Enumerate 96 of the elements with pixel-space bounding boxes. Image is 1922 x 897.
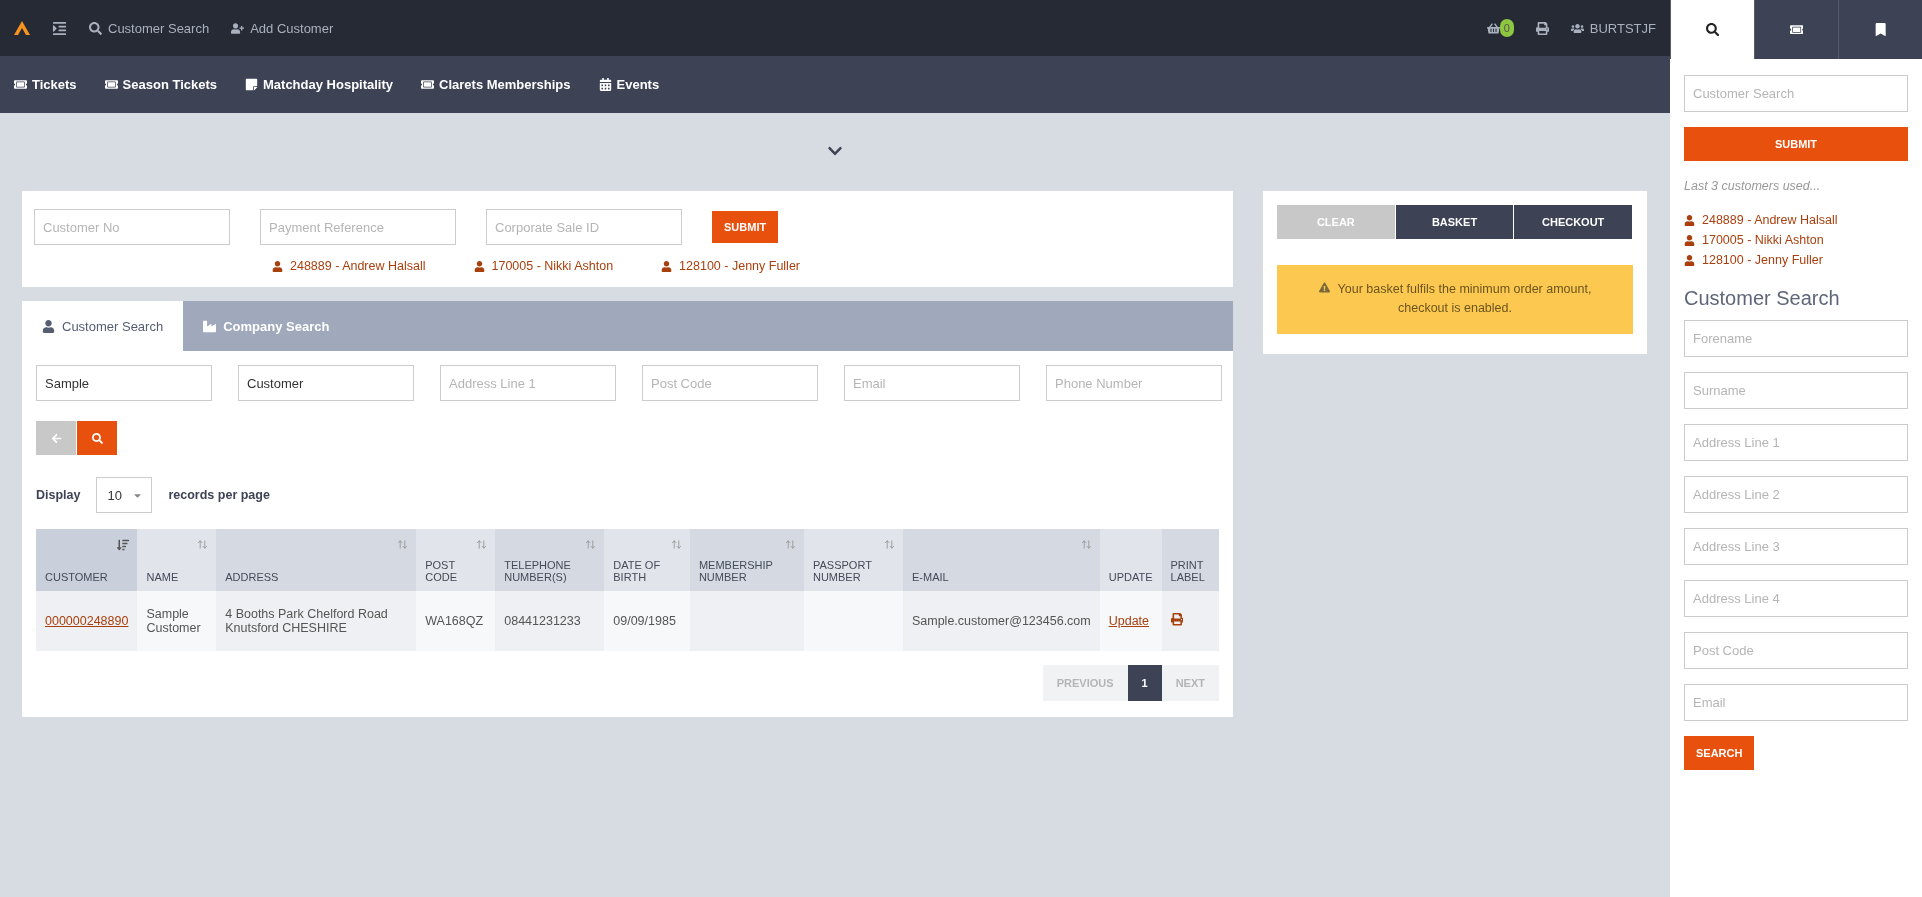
customer-search-input[interactable]: Customer Search (1684, 75, 1908, 112)
factory-icon (203, 319, 217, 333)
text-input[interactable]: Email (844, 365, 1020, 401)
sort-icon[interactable] (117, 539, 130, 551)
column-header: UPDATE (1099, 529, 1162, 591)
person-icon (272, 260, 283, 272)
text-input[interactable]: Address Line 3 (1684, 528, 1908, 565)
nav-link[interactable]: Season Tickets (104, 77, 217, 92)
text-input[interactable]: Post Code (642, 365, 818, 401)
recent-customers-note: Last 3 customers used... (1684, 179, 1822, 193)
person-icon (1684, 214, 1695, 226)
submit-button[interactable]: SUBMIT (1684, 127, 1908, 161)
ticket-icon (14, 78, 27, 91)
table-cell: Sample.customer@123456.com (902, 591, 1100, 651)
text-input[interactable]: Address Line 2 (1684, 476, 1908, 513)
ticket-icon (1789, 22, 1804, 37)
column-header[interactable]: DATE OF BIRTH (604, 529, 690, 591)
ticket-icon (104, 78, 118, 91)
customer-search-heading: Customer Search (1684, 287, 1841, 310)
customer-link[interactable]: 000000248890 (45, 614, 129, 628)
page-size-select[interactable]: 10 (96, 477, 153, 513)
person-icon (1684, 234, 1695, 246)
search-button[interactable] (77, 421, 117, 455)
text-input[interactable]: Sample (36, 365, 212, 401)
table-cell: WA168QZ (416, 591, 496, 651)
bookmark-icon (1873, 22, 1888, 37)
person-icon (661, 260, 673, 272)
top-menu-link[interactable]: Customer Search (89, 20, 210, 36)
nav-link[interactable]: Tickets (14, 77, 77, 92)
nav-link[interactable]: Matchday Hospitality (245, 77, 394, 92)
note-icon (245, 78, 258, 91)
recent-customer-link[interactable]: 248889 - Andrew Halsall (1684, 213, 1908, 227)
add-user-icon (231, 21, 245, 35)
column-header: PRINT LABEL (1161, 529, 1219, 591)
recent-customer-link[interactable]: 128100 - Jenny Fuller (661, 259, 800, 273)
basket-link[interactable]: 0 (1486, 19, 1514, 37)
recent-customer-link[interactable]: 128100 - Jenny Fuller (1684, 253, 1908, 267)
text-input[interactable]: Email (1684, 684, 1908, 721)
calendar-icon (598, 78, 612, 91)
print-icon[interactable] (1170, 613, 1184, 626)
nav-link[interactable]: Events (598, 77, 660, 92)
text-input[interactable]: Address Line 1 (1684, 424, 1908, 461)
submit-button[interactable]: SUBMIT (712, 211, 779, 243)
text-input[interactable]: Customer (238, 365, 414, 401)
table-cell: Sample Customer (137, 591, 217, 651)
basket-alert: Your basket fulfils the minimum order amount, checkout is enabled. (1277, 265, 1633, 334)
column-header[interactable]: ADDRESS (216, 529, 417, 591)
person-icon (42, 319, 55, 333)
search-icon (1705, 22, 1720, 37)
text-input[interactable]: Post Code (1684, 632, 1908, 669)
column-header[interactable]: E-MAIL (902, 529, 1100, 591)
column-header[interactable]: TELEPHONE NUMBER(S) (495, 529, 605, 591)
recent-customer-link[interactable]: 170005 - Nikki Ashton (1684, 233, 1908, 247)
ticket-icon (421, 78, 435, 91)
person-icon (1684, 254, 1695, 266)
nav-link[interactable]: Clarets Memberships (421, 77, 571, 92)
arrow-left-icon (50, 432, 62, 444)
text-input[interactable]: Surname (1684, 372, 1908, 409)
recent-customer-link[interactable]: 170005 - Nikki Ashton (473, 259, 614, 273)
person-icon (473, 260, 485, 272)
warning-icon (1318, 282, 1330, 293)
text-input[interactable]: Address Line 4 (1684, 580, 1908, 617)
table-cell: 4 Booths Park Chelford Road Knutsford CHESHIRE (216, 591, 417, 651)
text-input[interactable]: Address Line 1 (440, 365, 616, 401)
top-menu-link[interactable]: Add Customer (231, 20, 334, 36)
search-tab[interactable]: Customer Search (22, 301, 184, 351)
search-icon (89, 21, 102, 35)
column-header[interactable]: MEMBERSHIP NUMBER (689, 529, 804, 591)
print-icon[interactable] (1535, 21, 1549, 35)
menu-icon[interactable] (52, 20, 67, 36)
user-menu-link[interactable]: BURTSTJF (1570, 20, 1656, 36)
text-input[interactable]: Corporate Sale ID (486, 209, 682, 245)
sidebar-tab[interactable] (1838, 0, 1922, 59)
records-per-page-label: records per page (168, 488, 270, 502)
pagination-button[interactable]: 1 (1127, 665, 1162, 701)
basket-action-button[interactable]: BASKET (1395, 205, 1514, 239)
column-header[interactable]: PASSPORT NUMBER (803, 529, 903, 591)
users-icon (1570, 21, 1584, 35)
text-input[interactable]: Customer No (34, 209, 230, 245)
text-input[interactable]: Payment Reference (260, 209, 456, 245)
text-input[interactable]: Forename (1684, 320, 1908, 357)
display-label: Display (36, 488, 81, 502)
update-link[interactable]: Update (1108, 614, 1150, 628)
search-icon (91, 432, 103, 444)
basket-action-button[interactable]: CHECKOUT (1514, 205, 1632, 239)
table-cell: 08441231233 (495, 591, 605, 651)
text-input[interactable]: Phone Number (1046, 365, 1222, 401)
search-button[interactable]: SEARCH (1684, 736, 1755, 770)
column-header[interactable]: POST CODE (416, 529, 496, 591)
table-cell: 09/09/1985 (604, 591, 690, 651)
recent-customer-link[interactable]: 248889 - Andrew Halsall (272, 259, 426, 273)
basket-count-badge: 0 (1499, 19, 1514, 37)
column-header[interactable]: CUSTOMER (36, 529, 138, 591)
logo-icon[interactable] (14, 21, 30, 35)
basket-icon (1486, 21, 1500, 35)
column-header[interactable]: NAME (137, 529, 217, 591)
